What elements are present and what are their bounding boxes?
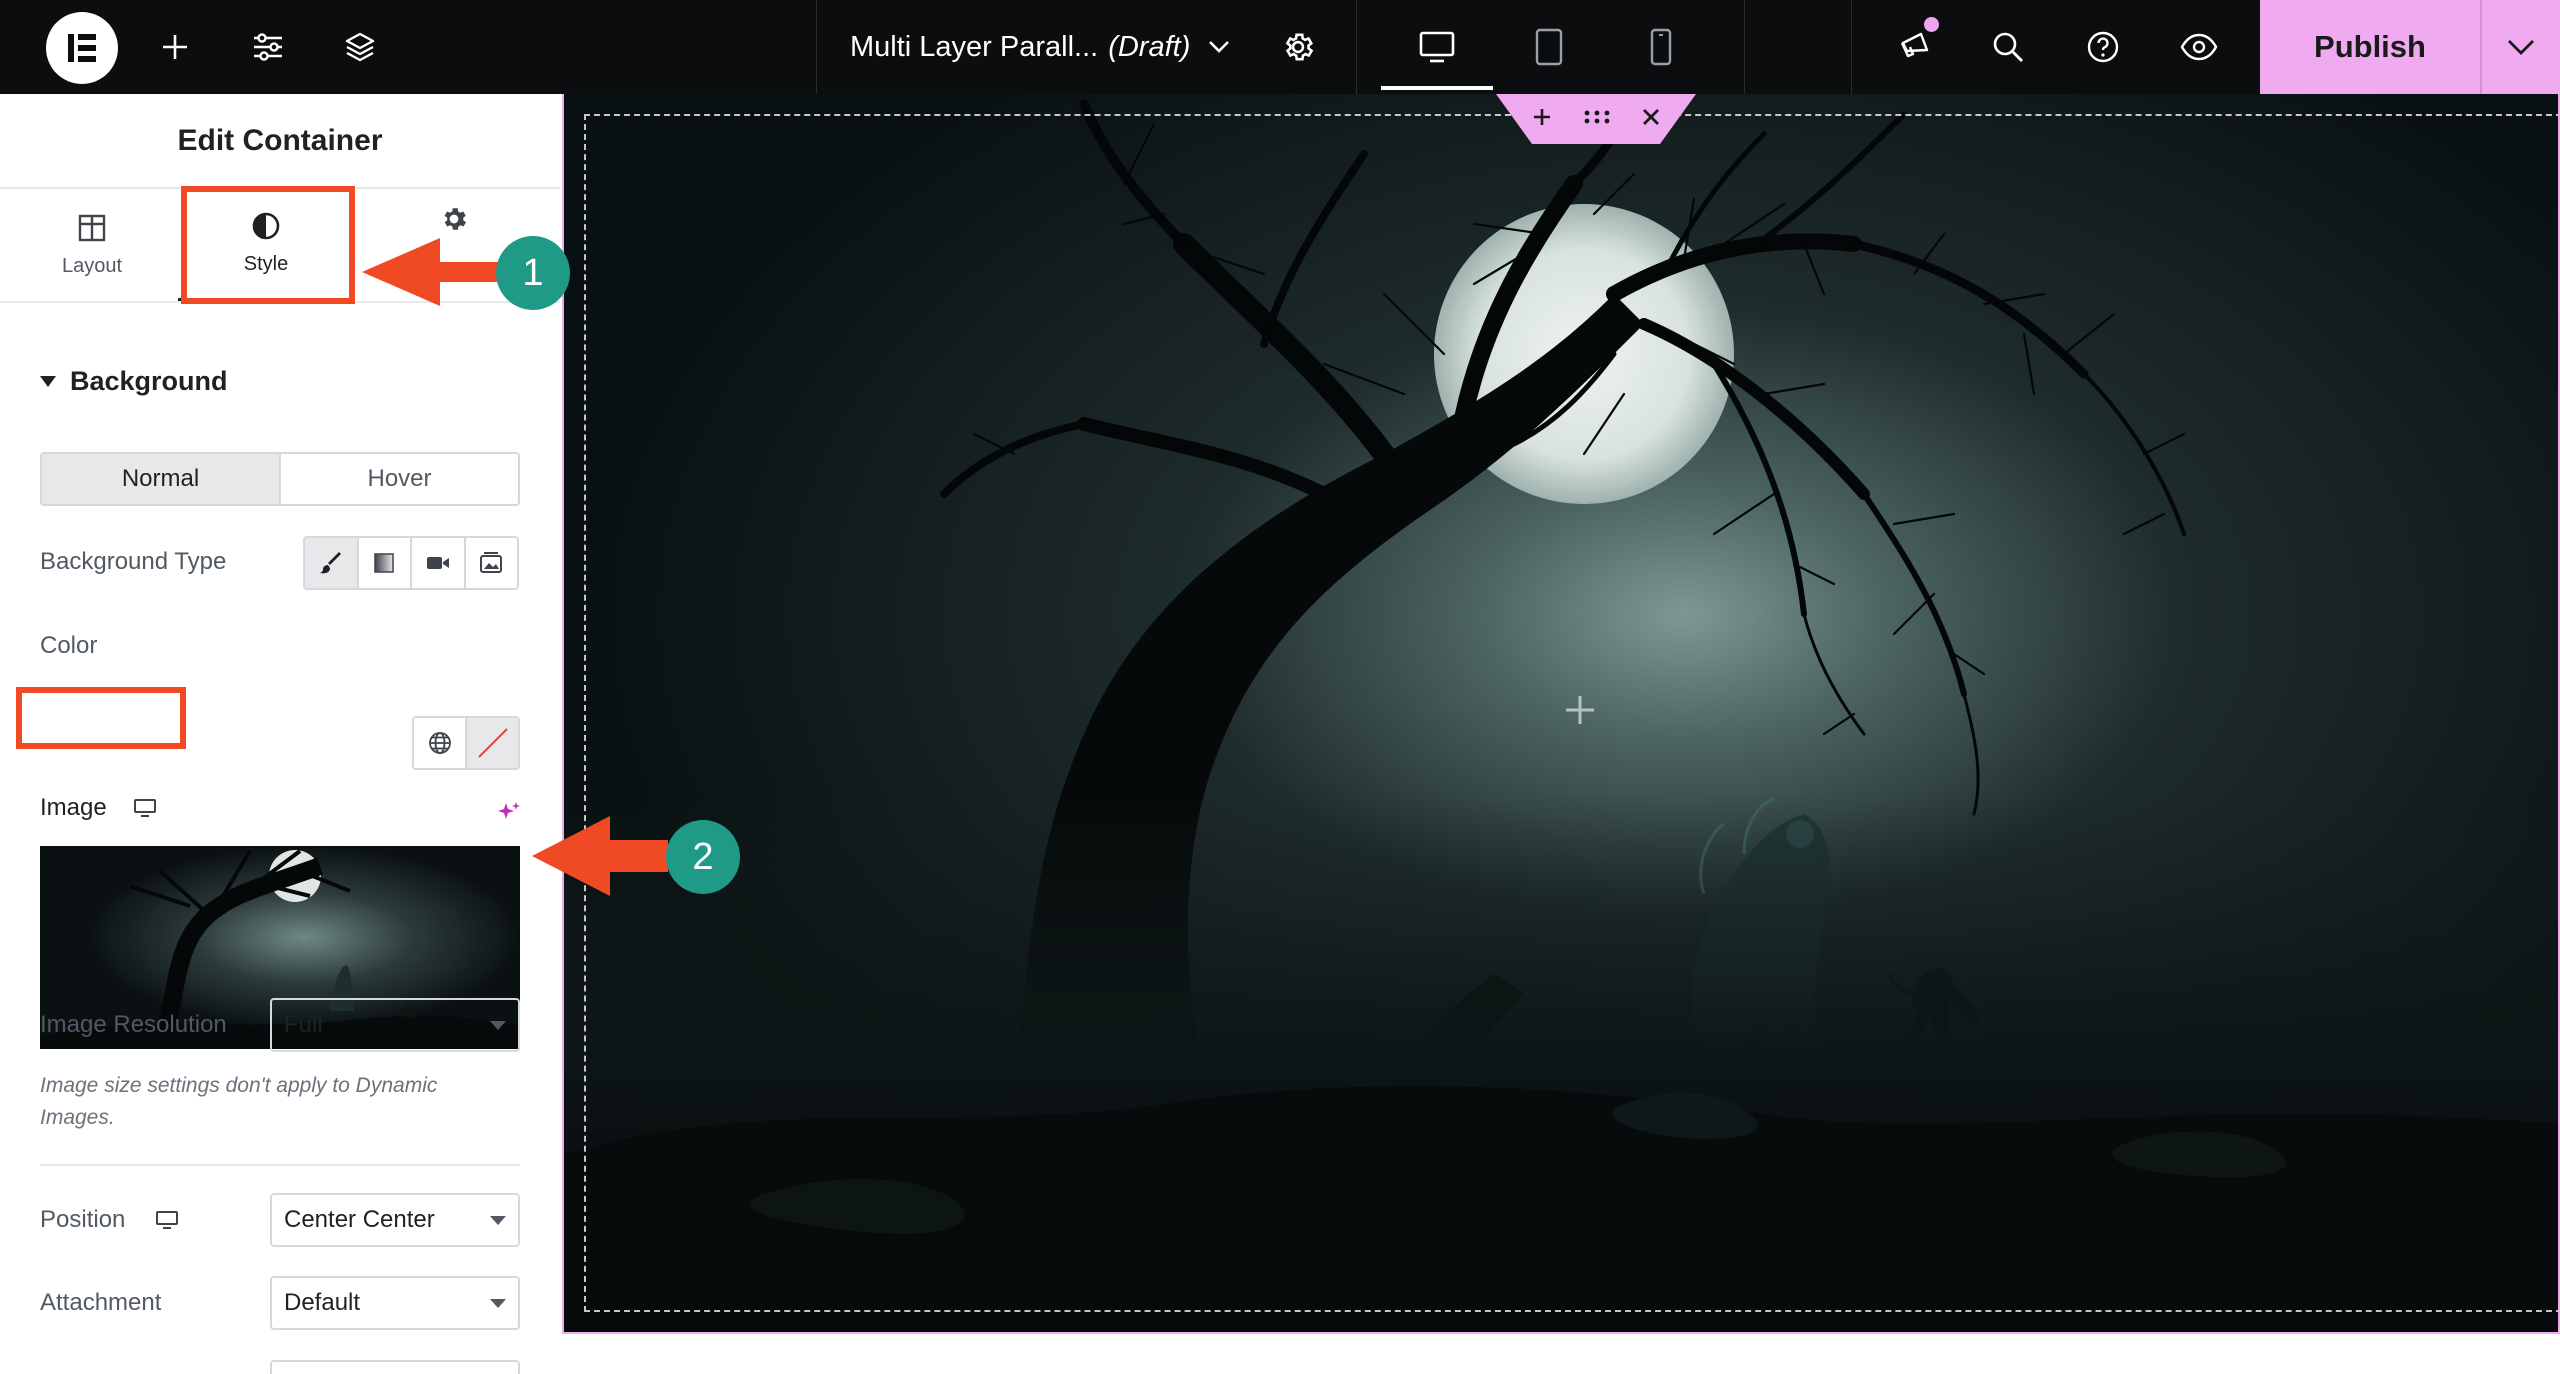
responsive-desktop-icon[interactable] <box>133 798 157 818</box>
add-element-icon[interactable] <box>140 0 210 94</box>
chevron-down-icon <box>1208 40 1230 54</box>
caret-down-icon <box>40 376 56 387</box>
elementor-logo-icon[interactable] <box>46 12 118 84</box>
background-type-label: Background Type <box>40 548 227 575</box>
position-value: Center Center <box>284 1206 435 1233</box>
active-device-indicator <box>1381 86 1493 90</box>
caret-down-icon <box>490 1021 506 1030</box>
publish-options-chevron-icon[interactable] <box>2480 0 2560 94</box>
highlight-style-tab <box>181 186 355 304</box>
section-title: Background <box>70 366 228 396</box>
annotation-badge-1: 1 <box>496 236 570 310</box>
background-section-toggle[interactable]: Background <box>40 366 228 397</box>
attachment-value: Default <box>284 1289 361 1316</box>
document-title[interactable]: Multi Layer Parall... (Draft) <box>850 0 1230 94</box>
image-resolution-value: Full <box>284 1011 323 1038</box>
slideshow-icon[interactable] <box>466 538 518 588</box>
image-resolution-note: Image size settings don't apply to Dynam… <box>40 1074 438 1129</box>
image-resolution-select[interactable]: Full <box>270 998 520 1052</box>
drag-handle-icon[interactable] <box>1584 110 1610 124</box>
attachment-select[interactable]: Default <box>270 1276 520 1330</box>
next-setting-select[interactable] <box>270 1360 520 1374</box>
publish-button[interactable]: Publish <box>2260 0 2480 94</box>
tablet-device-icon[interactable] <box>1493 0 1605 94</box>
annotation-badge-2: 2 <box>666 820 740 894</box>
structure-layers-icon[interactable] <box>325 0 395 94</box>
position-label-row: Position <box>40 1206 179 1234</box>
mobile-device-icon[interactable] <box>1605 0 1717 94</box>
tab-layout[interactable]: Layout <box>4 189 180 301</box>
tab-hover[interactable]: Hover <box>281 454 518 504</box>
editor-canvas <box>560 94 2560 1374</box>
whats-new-megaphone-icon[interactable] <box>1880 0 1950 94</box>
position-select[interactable]: Center Center <box>270 1193 520 1247</box>
caret-down-icon <box>490 1299 506 1308</box>
add-element-plus-icon[interactable] <box>1564 694 1596 731</box>
classic-brush-icon[interactable] <box>305 538 359 588</box>
responsive-desktop-icon[interactable] <box>155 1210 179 1230</box>
image-label: Image <box>40 794 107 821</box>
gear-icon <box>439 204 469 234</box>
background-type-options <box>303 536 519 590</box>
attachment-label: Attachment <box>40 1289 162 1316</box>
image-resolution-label: Image Resolution <box>40 1011 227 1038</box>
tab-layout-label: Layout <box>61 254 123 277</box>
position-label: Position <box>40 1206 126 1233</box>
video-icon[interactable] <box>412 538 466 588</box>
search-icon[interactable] <box>1973 0 2043 94</box>
canvas-bottom-area <box>560 1334 2560 1374</box>
state-tabs: Normal Hover <box>40 452 520 506</box>
desktop-device-icon[interactable] <box>1381 0 1493 94</box>
site-settings-sliders-icon[interactable] <box>233 0 303 94</box>
background-image <box>564 94 2558 1332</box>
tab-normal[interactable]: Normal <box>42 454 281 504</box>
container-background[interactable] <box>562 94 2560 1334</box>
top-bar: Multi Layer Parall... (Draft) Publish <box>0 0 2560 94</box>
gradient-icon[interactable] <box>359 538 412 588</box>
panel-title: Edit Container <box>0 94 560 189</box>
document-name: Multi Layer Parall... <box>850 30 1099 63</box>
color-control <box>412 716 520 770</box>
global-colors-globe-icon[interactable] <box>414 718 465 768</box>
help-icon[interactable] <box>2068 0 2138 94</box>
image-control-label: Image <box>40 794 157 822</box>
notification-dot <box>1924 17 1939 32</box>
color-label: Color <box>40 632 98 659</box>
highlight-image-label <box>16 687 186 749</box>
ai-sparkle-icon[interactable] <box>496 800 522 831</box>
page-settings-gear-icon[interactable] <box>1263 0 1333 94</box>
caret-down-icon <box>490 1216 506 1225</box>
preview-eye-icon[interactable] <box>2164 0 2234 94</box>
section-divider <box>40 1164 520 1166</box>
document-status: (Draft) <box>1108 30 1191 63</box>
delete-close-icon[interactable] <box>1642 108 1660 126</box>
color-swatch[interactable] <box>465 718 518 768</box>
layout-icon <box>77 213 107 243</box>
add-container-plus-icon[interactable] <box>1532 107 1552 127</box>
